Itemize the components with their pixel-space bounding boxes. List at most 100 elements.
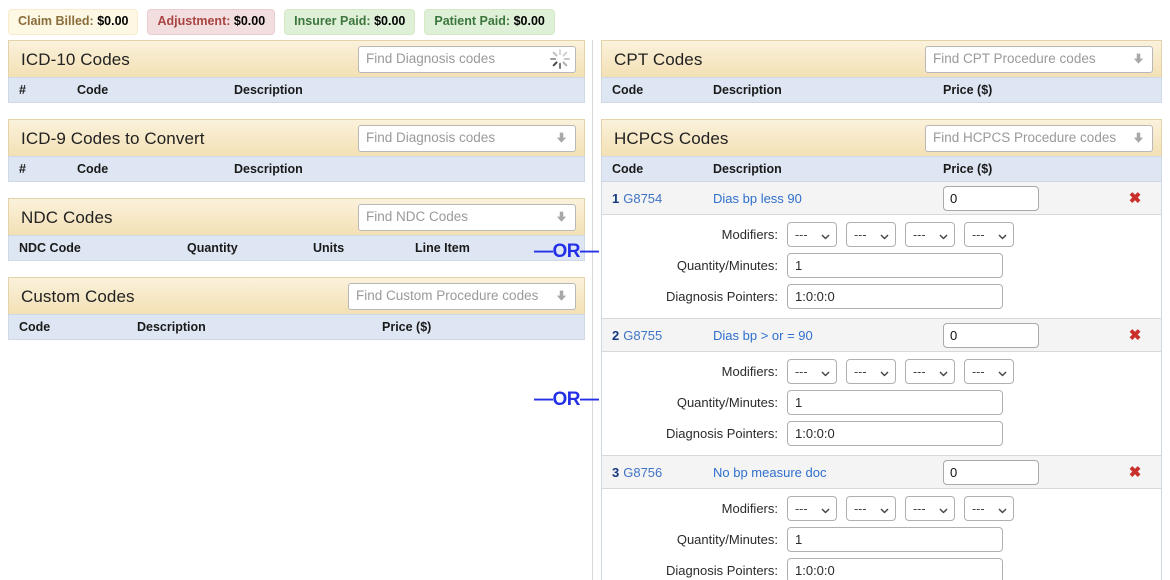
hcpcs-row-description[interactable]: Dias bp less 90 (713, 191, 943, 206)
panel-custom-title: Custom Codes (21, 287, 135, 305)
modifier-select-value: --- (913, 227, 926, 242)
delete-row-icon[interactable]: ✖ (1109, 191, 1161, 206)
arrow-down-icon[interactable] (555, 211, 568, 224)
hcpcs-rows: 1G8754Dias bp less 90✖Modifiers:--------… (601, 182, 1162, 580)
panel-icd9-header: ICD-9 Codes to Convert Find Diagnosis co… (8, 119, 585, 156)
modifier-select-value: --- (854, 364, 867, 379)
custom-search-input[interactable]: Find Custom Procedure codes (348, 282, 576, 310)
modifier-select-value: --- (972, 227, 985, 242)
diagnosis-pointers-input[interactable] (787, 284, 1003, 309)
quantity-label: Quantity/Minutes: (676, 395, 778, 410)
badge-patient-paid-label: Patient Paid: (434, 14, 511, 28)
panel-hcpcs-title: HCPCS Codes (614, 129, 729, 147)
quantity-input[interactable] (787, 527, 1003, 552)
badge-insurer-paid-amount: $0.00 (374, 14, 406, 28)
hcpcs-code-row: 1G8754Dias bp less 90 ✖ (602, 182, 1161, 215)
hcpcs-row-price-input[interactable] (943, 185, 1039, 211)
badge-adjustment-amount: $0.00 (233, 14, 266, 28)
modifiers-row: Modifiers: --- --- --- --- (602, 222, 1161, 247)
modifier-select-value: --- (854, 227, 867, 242)
modifiers-label: Modifiers: (721, 227, 778, 242)
icd10-search-input[interactable]: Find Diagnosis codes (358, 45, 576, 73)
claim-codes-page: Claim Billed: $0.00 Adjustment: $0.00 In… (0, 0, 1170, 580)
arrow-down-icon[interactable] (555, 132, 568, 145)
modifier-select-value: --- (795, 501, 808, 516)
modifier-select-4[interactable]: --- (964, 496, 1014, 521)
modifier-select-3[interactable]: --- (905, 359, 955, 384)
chevron-down-icon (880, 367, 889, 376)
modifier-select-4[interactable]: --- (964, 359, 1014, 384)
modifier-select-1[interactable]: --- (787, 222, 837, 247)
badge-insurer-paid-label: Insurer Paid: (294, 14, 371, 28)
ndc-search-input[interactable]: Find NDC Codes (358, 203, 576, 231)
hcpcs-row-description[interactable]: No bp measure doc (713, 465, 943, 480)
hcpcs-row-price-input[interactable] (943, 322, 1039, 348)
panel-ndc-title: NDC Codes (21, 208, 113, 226)
modifier-select-value: --- (913, 501, 926, 516)
panel-hcpcs: HCPCS Codes Find HCPCS Procedure codes C… (601, 119, 1162, 580)
diagnosis-pointers-input[interactable] (787, 558, 1003, 580)
hcpcs-row-price-input[interactable] (943, 459, 1039, 485)
modifier-select-2[interactable]: --- (846, 496, 896, 521)
ndc-col-code: NDC Code (19, 241, 81, 255)
hcpcs-row-code[interactable]: G8756 (623, 465, 662, 480)
modifier-select-2[interactable]: --- (846, 359, 896, 384)
pointers-label: Diagnosis Pointers: (666, 289, 778, 304)
badge-adjustment: Adjustment: $0.00 (147, 9, 276, 35)
icd9-search-input[interactable]: Find Diagnosis codes (358, 124, 576, 152)
modifier-select-2[interactable]: --- (846, 222, 896, 247)
arrow-down-icon[interactable] (555, 290, 568, 303)
modifier-select-value: --- (972, 364, 985, 379)
modifiers-group: --- --- --- --- (787, 222, 1014, 247)
modifier-select-value: --- (913, 364, 926, 379)
quantity-input[interactable] (787, 390, 1003, 415)
delete-row-icon[interactable]: ✖ (1109, 328, 1161, 343)
hcpcs-row-index: 1 G8754 (602, 191, 713, 206)
panel-icd9-title: ICD-9 Codes to Convert (21, 129, 205, 147)
hcpcs-row-code[interactable]: G8754 (623, 191, 662, 206)
modifier-select-4[interactable]: --- (964, 222, 1014, 247)
pointers-row: Diagnosis Pointers: (602, 558, 1161, 580)
arrow-down-icon[interactable] (1132, 132, 1145, 145)
hcpcs-col-description: Description (713, 162, 782, 176)
panel-icd10-title: ICD-10 Codes (21, 50, 130, 68)
hcpcs-row-description[interactable]: Dias bp > or = 90 (713, 328, 943, 343)
modifier-select-1[interactable]: --- (787, 359, 837, 384)
chevron-down-icon (939, 230, 948, 239)
modifier-select-3[interactable]: --- (905, 222, 955, 247)
panel-custom-header: Custom Codes Find Custom Procedure codes (8, 277, 585, 314)
icd9-col-code: Code (77, 162, 109, 176)
chevron-down-icon (821, 504, 830, 513)
badge-patient-paid: Patient Paid: $0.00 (424, 9, 555, 35)
diagnosis-codes-column: ICD-10 Codes Find Diagnosis codes # Code… (8, 40, 585, 340)
arrow-down-icon[interactable] (1132, 53, 1145, 66)
pointers-row: Diagnosis Pointers: (602, 284, 1161, 309)
spinner-icon (549, 48, 571, 70)
quantity-row: Quantity/Minutes: (602, 253, 1161, 278)
panel-custom: Custom Codes Find Custom Procedure codes… (8, 277, 585, 340)
quantity-input[interactable] (787, 253, 1003, 278)
diagnosis-pointers-input[interactable] (787, 421, 1003, 446)
chevron-down-icon (821, 367, 830, 376)
modifiers-label: Modifiers: (721, 501, 778, 516)
hcpcs-code-row: 2G8755Dias bp > or = 90✖ (602, 319, 1161, 352)
quantity-label: Quantity/Minutes: (676, 258, 778, 273)
cpt-search-input[interactable]: Find CPT Procedure codes (925, 45, 1153, 73)
modifiers-label: Modifiers: (721, 364, 778, 379)
or-separator-1: —OR— (534, 241, 599, 262)
cpt-col-price: Price ($) (943, 83, 993, 97)
panel-hcpcs-header: HCPCS Codes Find HCPCS Procedure codes (601, 119, 1162, 156)
cpt-search-placeholder: Find CPT Procedure codes (933, 52, 1096, 66)
modifier-select-1[interactable]: --- (787, 496, 837, 521)
badge-claim-billed-amount: $0.00 (97, 14, 129, 28)
hcpcs-search-input[interactable]: Find HCPCS Procedure codes (925, 124, 1153, 152)
panel-cpt-title: CPT Codes (614, 50, 703, 68)
delete-row-icon[interactable]: ✖ (1109, 465, 1161, 480)
hcpcs-row-number: 3 (612, 464, 620, 480)
custom-col-description: Description (137, 320, 206, 334)
modifier-select-3[interactable]: --- (905, 496, 955, 521)
hcpcs-row-code[interactable]: G8755 (623, 328, 662, 343)
panel-icd9: ICD-9 Codes to Convert Find Diagnosis co… (8, 119, 585, 182)
badge-insurer-paid: Insurer Paid: $0.00 (284, 9, 416, 35)
icd10-table-header: # Code Description (8, 77, 585, 103)
